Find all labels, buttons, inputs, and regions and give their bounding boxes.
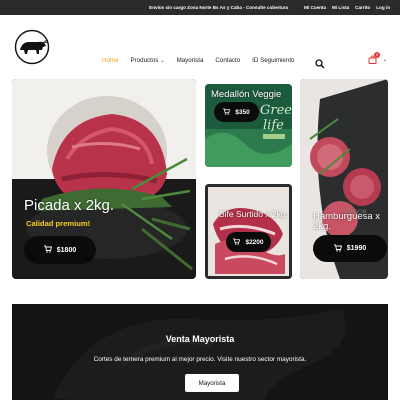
svg-text:life: life	[263, 118, 284, 133]
product-card-bife-surtido[interactable]: Bife Surtido x 2kg. $2200	[205, 184, 292, 279]
chevron-down-icon: ⌄	[383, 56, 388, 63]
add-to-cart-button[interactable]: $350	[214, 102, 259, 122]
nav-wholesale[interactable]: Mayorista	[177, 57, 204, 64]
banner-title: Venta Mayorista	[165, 334, 235, 344]
chevron-down-icon: ⌄	[160, 58, 165, 64]
product-card-hamburguesa[interactable]: FRIGOR Hamburguesa x 2kg. $1990	[300, 79, 388, 279]
wholesale-banner: Venta Mayorista Cortes de ternera premiu…	[12, 304, 388, 400]
main-nav: Home Productos ⌄ Mayorista Contacto ID Se…	[102, 57, 306, 64]
bull-logo-icon	[14, 29, 50, 65]
banner-text: Cortes de ternera premium al mejor preci…	[93, 356, 307, 363]
nav-products[interactable]: Productos ⌄	[131, 57, 165, 64]
nav-tracking-id[interactable]: ID Seguimiento	[252, 57, 294, 64]
header-cart[interactable]: 0 ⌄	[368, 52, 388, 64]
add-to-cart-button[interactable]: $1990	[313, 235, 387, 262]
product-card-medallon-veggie[interactable]: Green life Medallón Veggie $350	[205, 84, 292, 167]
search-icon[interactable]	[315, 56, 325, 69]
page: Envíos sin cargo Zona Norte Bs As y Caba…	[0, 0, 400, 400]
product-title: Hamburguesa x 2kg.	[313, 211, 381, 232]
price-label: $2200	[245, 238, 264, 246]
top-bar: Envíos sin cargo Zona Norte Bs As y Caba…	[0, 0, 400, 15]
price-label: $1800	[56, 246, 77, 254]
login-link[interactable]: Log in	[376, 5, 390, 10]
price-label: $1990	[346, 245, 367, 252]
product-card-picada[interactable]: Picada x 2kg. Calidad premium! $1800	[12, 79, 196, 279]
product-subtitle: Calidad premium!	[26, 219, 91, 228]
cart-icon	[223, 107, 231, 117]
nav-home[interactable]: Home	[102, 57, 119, 64]
price-label: $350	[235, 108, 250, 116]
product-title: Picada x 2kg.	[24, 197, 115, 214]
wishlist-link[interactable]: Mi Lista	[332, 5, 349, 10]
cart-icon	[333, 244, 342, 254]
site-header: Home Productos ⌄ Mayorista Contacto ID Se…	[0, 15, 400, 77]
shipping-promo: Envíos sin cargo Zona Norte Bs As y Caba…	[149, 5, 289, 10]
brand-logo[interactable]	[14, 29, 50, 65]
svg-text:Green: Green	[260, 103, 292, 118]
nav-products-label: Productos	[130, 57, 159, 64]
my-account-link[interactable]: Mi Cuenta	[304, 5, 326, 10]
nav-contact[interactable]: Contacto	[215, 57, 240, 64]
add-to-cart-button[interactable]: $1800	[24, 236, 96, 264]
wholesale-button[interactable]: Mayorista	[185, 374, 239, 392]
cart-count-badge: 0	[374, 52, 380, 58]
cart-icon	[233, 237, 241, 247]
product-title: Bife Surtido x 2kg.	[219, 209, 288, 219]
cart-link[interactable]: Carrito	[355, 5, 370, 10]
product-title: Medallón Veggie	[211, 89, 282, 100]
add-to-cart-button[interactable]: $2200	[226, 232, 271, 252]
cart-icon	[43, 245, 52, 255]
